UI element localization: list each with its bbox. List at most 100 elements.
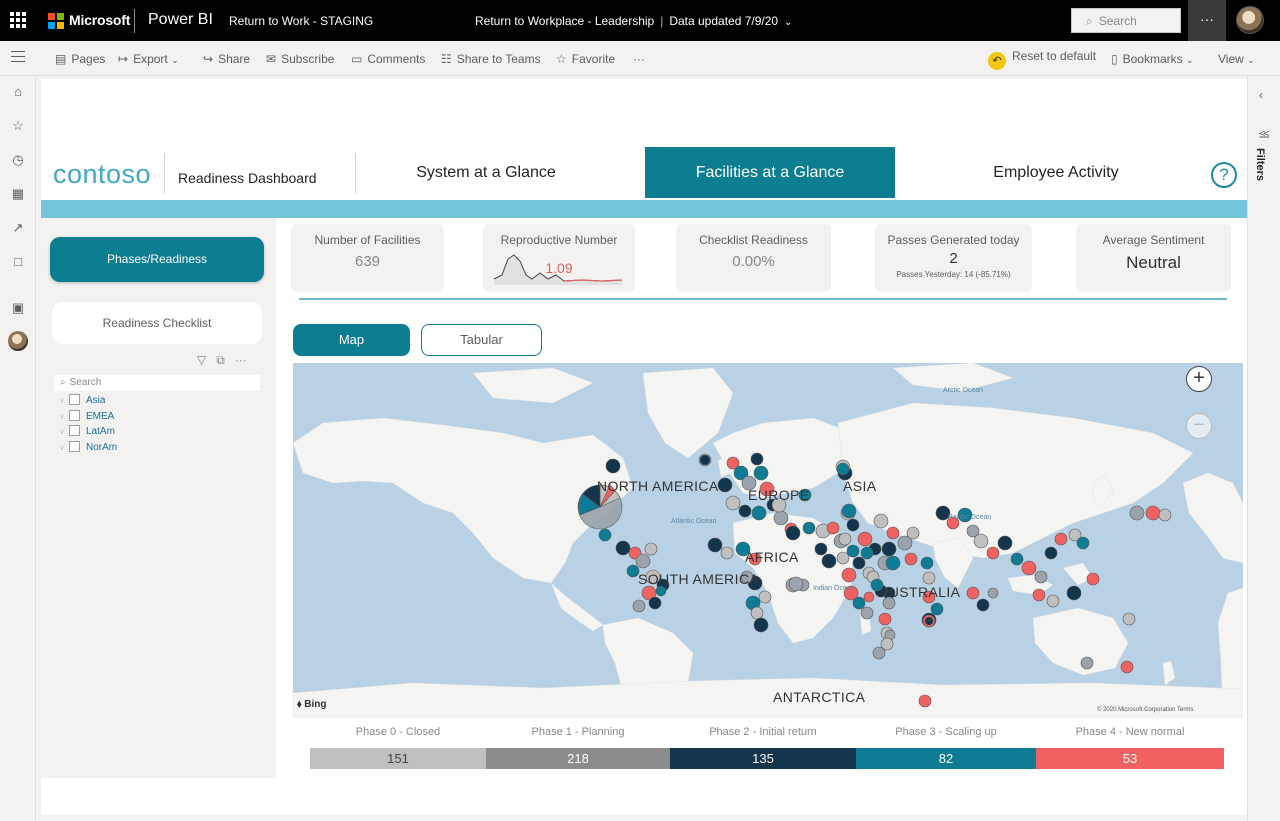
view-button[interactable]: View ⌄ xyxy=(1218,52,1255,66)
star-icon: ☆ xyxy=(556,52,567,66)
kpi-card-sentiment[interactable]: Average Sentiment Neutral xyxy=(1076,224,1231,292)
continent-label: ASIA xyxy=(843,478,877,494)
phase-label: Phase 4 - New normal xyxy=(1075,726,1185,738)
mail-icon: ✉ xyxy=(266,52,277,66)
reset-to-default-button[interactable]: ↶ Reset to default xyxy=(988,49,1096,70)
expand-chevron-icon[interactable]: ∨ xyxy=(59,443,69,452)
phases-readiness-button[interactable]: Phases/Readiness xyxy=(50,237,264,282)
list-item[interactable]: ∨ LatAm xyxy=(59,425,117,441)
more-options-icon[interactable]: ··· xyxy=(235,353,247,367)
phase-labels: Phase 0 - Closed Phase 1 - Planning Phas… xyxy=(310,726,1224,740)
kpi-card-passes[interactable]: Passes Generated today 2 Passes Yesterda… xyxy=(875,224,1032,292)
avatar[interactable] xyxy=(1236,6,1264,34)
more-options-button[interactable]: ··· xyxy=(1188,0,1226,41)
tab-system-at-a-glance[interactable]: System at a Glance xyxy=(386,147,586,198)
list-item[interactable]: ∨ Asia xyxy=(59,394,117,410)
continent-label: ANTARCTICA xyxy=(773,689,866,705)
export-icon: ↦ xyxy=(118,52,129,66)
kpi-subtext: Passes Yesterday: 14 (-85.71%) xyxy=(896,270,1011,279)
left-panel: Phases/Readiness Readiness Checklist ▽ ⧉ ·… xyxy=(41,218,276,778)
kpi-card-reproductive-number[interactable]: Reproductive Number 1.09 xyxy=(483,224,635,292)
subscribe-button[interactable]: ✉ Subscribe xyxy=(266,52,334,66)
export-button[interactable]: ↦ Export ⌄ xyxy=(118,52,179,66)
checkbox[interactable] xyxy=(69,425,80,436)
chevron-left-icon[interactable]: ‹ xyxy=(1259,88,1263,102)
comments-label: Comments xyxy=(367,52,426,66)
contoso-logo: contoso xyxy=(53,159,152,189)
map-toggle-button[interactable]: Map xyxy=(293,324,410,356)
shared-with-me-icon[interactable]: ↗ xyxy=(10,220,26,236)
app-launcher-icon[interactable] xyxy=(10,12,26,28)
kpi-card-facilities[interactable]: Number of Facilities 639 xyxy=(291,224,444,292)
share-to-teams-button[interactable]: ☷ Share to Teams xyxy=(441,52,541,66)
slicer-search-input[interactable]: ⌕ Search xyxy=(54,375,260,391)
ocean-label: Pacific Ocean xyxy=(948,514,992,521)
list-item[interactable]: ∨ NorAm xyxy=(59,440,118,457)
filters-pane-collapsed[interactable]: ‹ ⪣ Filters xyxy=(1247,76,1280,821)
map-copyright[interactable]: © 2020 Microsoft Corporation Terms xyxy=(1097,707,1193,713)
facilities-map[interactable]: NORTH AMERICA EUROPE ASIA AFRICA SOUTH A… xyxy=(293,363,1243,718)
reset-label: Reset to default xyxy=(1012,49,1097,63)
readiness-checklist-button[interactable]: Readiness Checklist xyxy=(52,302,262,344)
phase-1-bar[interactable]: 218 xyxy=(486,748,670,769)
report-title[interactable]: Return to Workplace - Leadership | Data up… xyxy=(475,14,792,28)
expand-chevron-icon[interactable]: ∨ xyxy=(59,396,69,405)
workspace-name[interactable]: Return to Work - STAGING xyxy=(229,14,373,28)
checkbox[interactable] xyxy=(69,394,80,405)
search-icon: ⌕ xyxy=(1086,14,1093,28)
learn-book-icon[interactable]: □ xyxy=(10,254,26,270)
tab-employee-activity[interactable]: Employee Activity xyxy=(956,147,1156,198)
hamburger-icon[interactable] xyxy=(11,51,25,66)
checkbox[interactable] xyxy=(69,440,80,452)
search-input[interactable]: ⌕ Search xyxy=(1071,8,1181,33)
tab-facilities-at-a-glance[interactable]: Facilities at a Glance xyxy=(645,147,895,198)
home-icon[interactable]: ⌂ xyxy=(10,84,26,100)
pages-button[interactable]: ▤ Pages xyxy=(55,52,105,66)
kpi-value: Neutral xyxy=(1126,253,1181,272)
checkbox[interactable] xyxy=(69,409,80,421)
product-name[interactable]: Power BI xyxy=(148,11,213,29)
recent-clock-icon[interactable]: ◷ xyxy=(10,152,26,168)
region-label: NorAm xyxy=(86,441,118,453)
avatar[interactable] xyxy=(8,331,28,351)
chevron-down-icon[interactable]: ⌄ xyxy=(784,17,792,28)
filter-icon: ⪣ xyxy=(1259,128,1270,140)
divider xyxy=(134,9,135,33)
phase-0-bar[interactable]: 151 xyxy=(310,748,486,769)
expand-chevron-icon[interactable]: ∨ xyxy=(59,427,69,436)
favorites-star-icon[interactable]: ☆ xyxy=(10,118,26,134)
zoom-in-button[interactable]: + xyxy=(1186,366,1212,392)
list-item[interactable]: ∨ EMEA xyxy=(59,409,117,426)
tabular-toggle-button[interactable]: Tabular xyxy=(421,324,542,356)
kpi-card-checklist-readiness[interactable]: Checklist Readiness 0.00% xyxy=(676,224,831,292)
pipe-separator: | xyxy=(660,14,664,28)
phase-4-bar[interactable]: 53 xyxy=(1036,748,1224,769)
continent-label: AFRICA xyxy=(745,549,799,565)
filter-icon[interactable]: ▽ xyxy=(197,353,206,367)
microsoft-logo-icon xyxy=(48,13,64,29)
phase-3-bar[interactable]: 82 xyxy=(856,748,1036,769)
more-actions-button[interactable]: ··· xyxy=(633,52,645,66)
bing-logo: ⬧ Bing xyxy=(297,699,327,710)
share-button[interactable]: ↪ Share xyxy=(203,52,250,66)
comments-button[interactable]: ▭ Comments xyxy=(351,52,425,66)
bookmarks-button[interactable]: ▯ Bookmarks ⌄ xyxy=(1111,52,1194,66)
ocean-label: Indian Ocean xyxy=(813,585,855,592)
action-bar: ▤ Pages ↦ Export ⌄ ↪ Share ✉ Subscribe ▭ Comm… xyxy=(0,41,1280,76)
apps-icon[interactable]: ▦ xyxy=(10,186,26,202)
help-icon[interactable]: ? xyxy=(1211,162,1237,188)
workspaces-icon[interactable]: ▣ xyxy=(10,300,26,316)
phase-2-bar[interactable]: 135 xyxy=(670,748,856,769)
ocean-label: Atlantic Ocean xyxy=(671,518,717,525)
report-name: Return to Workplace - Leadership xyxy=(475,14,655,28)
view-label: View xyxy=(1218,52,1244,66)
favorite-button[interactable]: ☆ Favorite xyxy=(556,52,615,66)
comment-icon: ▭ xyxy=(351,52,363,66)
brand-name[interactable]: Microsoft xyxy=(69,12,130,28)
divider xyxy=(355,153,356,193)
filters-label[interactable]: Filters xyxy=(1254,148,1266,181)
zoom-out-button[interactable]: − xyxy=(1186,413,1212,439)
region-label: LatAm xyxy=(86,426,115,437)
focus-mode-icon[interactable]: ⧉ xyxy=(216,353,225,367)
expand-chevron-icon[interactable]: ∨ xyxy=(59,412,69,421)
